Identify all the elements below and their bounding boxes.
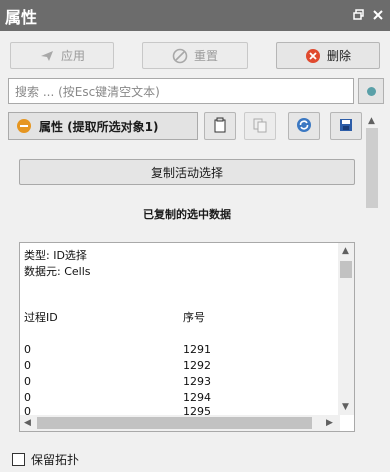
search-placeholder: 搜索 ... (按Esc键清空文本): [15, 84, 160, 99]
search-options-button[interactable]: [358, 78, 384, 104]
copied-selection-heading: 已复制的选中数据: [143, 208, 231, 221]
row-index: 1291: [183, 343, 211, 356]
refresh-icon: [296, 117, 312, 136]
scroll-up-icon[interactable]: ▲: [368, 116, 375, 126]
delete-icon: [305, 48, 321, 64]
apply-button-label: 应用: [60, 49, 85, 63]
paste-icon: [252, 117, 268, 136]
row-index: 1293: [183, 375, 211, 388]
panel-scrollbar[interactable]: ▲: [364, 112, 380, 472]
textbox-horizontal-scrollbar[interactable]: ◀ ▶: [20, 415, 340, 431]
panel-titlebar: 属性: [0, 0, 390, 31]
scroll-up-icon[interactable]: ▲: [342, 246, 349, 256]
scroll-down-icon[interactable]: ▼: [342, 402, 349, 412]
refresh-properties-button[interactable]: [288, 112, 320, 140]
preserve-topology-checkbox[interactable]: [12, 453, 25, 466]
restore-icon[interactable]: [352, 8, 366, 22]
collapse-icon: [17, 119, 31, 133]
send-icon: [39, 48, 55, 64]
selection-type-line: 类型: ID选择: [24, 249, 87, 262]
row-process: 0: [24, 375, 31, 388]
properties-section-header[interactable]: 属性 (提取所选对象1): [8, 112, 198, 140]
selection-element-line: 数据元: Cells: [24, 265, 91, 278]
save-properties-button[interactable]: [330, 112, 362, 140]
textbox-vertical-scrollbar[interactable]: ▲ ▼: [338, 243, 354, 415]
column-header-index: 序号: [183, 311, 205, 324]
copied-selection-textbox[interactable]: 类型: ID选择 数据元: Cells 过程ID 序号 0 1291 0 129…: [19, 242, 355, 432]
reset-icon: [172, 48, 188, 64]
row-process: 0: [24, 359, 31, 372]
copy-icon: [212, 117, 228, 136]
reset-button-label: 重置: [193, 49, 218, 63]
scroll-left-icon[interactable]: ◀: [24, 418, 31, 428]
copy-active-selection-button[interactable]: 复制活动选择: [19, 159, 355, 185]
copy-active-selection-label: 复制活动选择: [150, 165, 223, 180]
delete-button-label: 删除: [326, 49, 351, 63]
column-header-process: 过程ID: [24, 311, 58, 324]
preserve-topology-label: 保留拓扑: [31, 453, 80, 467]
textbox-horizontal-thumb[interactable]: [37, 417, 312, 429]
preserve-topology-option[interactable]: 保留拓扑: [12, 451, 79, 468]
search-input[interactable]: 搜索 ... (按Esc键清空文本): [8, 78, 354, 104]
reset-button[interactable]: 重置: [142, 42, 248, 69]
textbox-vertical-thumb[interactable]: [340, 261, 352, 278]
properties-header-label: 属性 (提取所选对象1): [39, 119, 159, 134]
delete-button[interactable]: 删除: [276, 42, 380, 69]
panel-scrollbar-thumb[interactable]: [366, 128, 378, 208]
row-process: 0: [24, 343, 31, 356]
indicator-icon: [367, 87, 376, 96]
row-process: 0: [24, 391, 31, 404]
row-index: 1294: [183, 391, 211, 404]
close-icon[interactable]: [371, 8, 385, 22]
save-icon: [338, 117, 354, 136]
copy-properties-button[interactable]: [204, 112, 236, 140]
paste-properties-button[interactable]: [244, 112, 276, 140]
panel-title: 属性: [5, 8, 38, 27]
scroll-right-icon[interactable]: ▶: [326, 418, 333, 428]
apply-button[interactable]: 应用: [10, 42, 114, 69]
row-index: 1292: [183, 359, 211, 372]
